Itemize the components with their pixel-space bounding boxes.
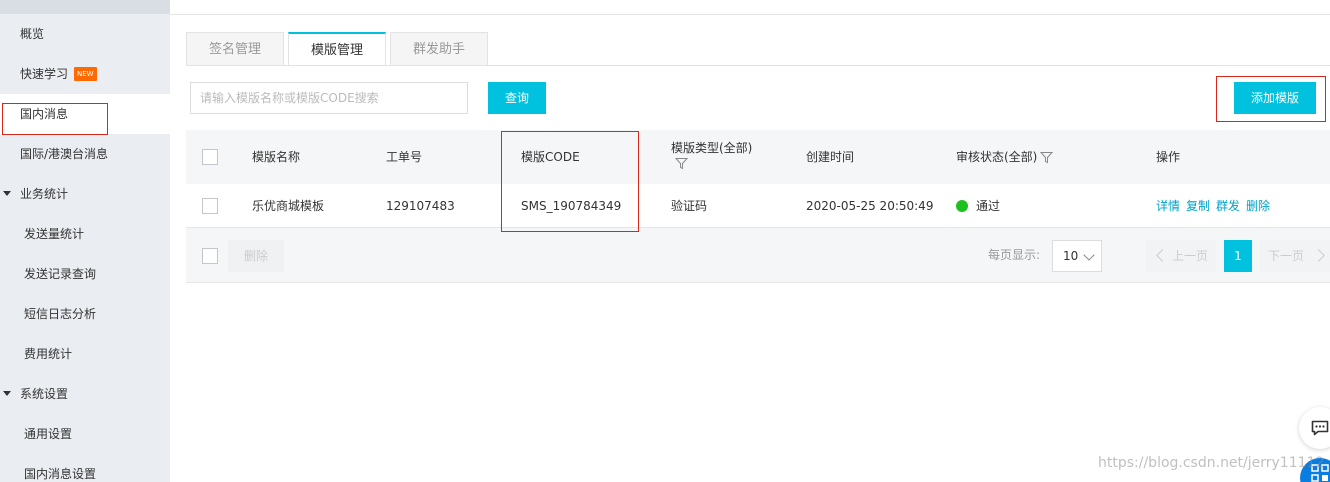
cell-ticket-number: 129107483 [386,199,455,213]
tab-label: 签名管理 [208,42,261,57]
sidebar-item-quick-learn[interactable]: 快速学习 NEW [0,54,170,94]
tab-label: 群发助手 [412,42,465,57]
cell-template-code: SMS_190784349 [521,199,622,213]
sidebar: 概览 快速学习 NEW 国内消息 国际/港澳台消息 业务统计 发送量统计 发送记录… [0,0,170,482]
sidebar-item-label: 概览 [20,27,45,41]
sidebar-item-label: 国内消息 [20,107,69,121]
table-footer: 删除 每页显示: 10 上一页 1 下一页 [186,228,1330,283]
sidebar-item-label: 发送量统计 [24,227,85,241]
next-page-label: 下一页 [1268,249,1305,263]
sidebar-item-label: 快速学习 [20,67,69,81]
sidebar-group-business-stats[interactable]: 业务统计 [0,174,170,214]
sidebar-item-general-settings[interactable]: 通用设置 [0,414,170,454]
per-page-value: 10 [1063,249,1079,263]
new-badge: NEW [74,66,97,81]
chat-button[interactable] [1299,407,1330,449]
query-button[interactable]: 查询 [488,82,546,114]
tabs-divider [186,65,1330,66]
watermark-text: https://blog.csdn.net/jerry11112 [1098,455,1325,471]
prev-page-label: 上一页 [1172,249,1209,263]
sidebar-item-send-record-query[interactable]: 发送记录查询 [0,254,170,294]
chevron-down-icon [1083,249,1095,261]
next-page-button[interactable]: 下一页 [1260,240,1330,272]
row-checkbox[interactable] [202,198,218,214]
sidebar-item-domestic-message[interactable]: 国内消息 [0,94,170,134]
select-all-checkbox[interactable] [202,149,218,165]
status-dot-icon [956,199,968,212]
tab-bulk-send-assistant[interactable]: 群发助手 [390,32,488,66]
sidebar-item-send-volume-stats[interactable]: 发送量统计 [0,214,170,254]
add-template-button[interactable]: 添加模版 [1234,82,1316,114]
footer-select-all-checkbox[interactable] [202,248,218,264]
bulk-send-link[interactable]: 群发 [1216,199,1240,213]
prev-page-button[interactable]: 上一页 [1146,240,1216,272]
sidebar-item-domestic-message-settings[interactable]: 国内消息设置 [0,454,170,482]
sidebar-item-overview[interactable]: 概览 [0,14,170,54]
tab-label: 模版管理 [310,43,363,58]
sidebar-item-label: 国内消息设置 [24,467,97,481]
column-header-status-label: 审核状态(全部) [956,150,1038,164]
page-number-current[interactable]: 1 [1224,240,1252,272]
column-header-ticket: 工单号 [386,150,423,164]
cell-actions: 详情 复制 群发 删除 [1156,184,1276,228]
column-header-status[interactable]: 审核状态(全部) [956,130,1054,184]
caret-down-icon [3,191,11,196]
batch-delete-button[interactable]: 删除 [228,240,284,272]
cell-review-status: 通过 [956,184,1000,228]
sidebar-top-band [0,0,170,14]
cell-template-type: 验证码 [671,199,708,213]
tab-signature-management[interactable]: 签名管理 [186,32,284,66]
table-header: 模版名称 工单号 模版CODE 模版类型(全部) 创建时间 审核状态(全部) 操… [186,130,1330,184]
sidebar-item-cost-stats[interactable]: 费用统计 [0,334,170,374]
status-text: 通过 [976,199,1001,213]
table-row: 乐优商城模板 129107483 SMS_190784349 验证码 2020-… [186,184,1330,228]
column-header-type[interactable]: 模版类型(全部) [671,141,752,173]
filter-icon[interactable] [674,157,689,170]
chat-icon [1311,420,1329,436]
chevron-left-icon [1156,249,1169,262]
sidebar-group-system-settings[interactable]: 系统设置 [0,374,170,414]
column-header-actions: 操作 [1156,150,1181,164]
column-header-type-label: 模版类型(全部) [671,141,753,155]
cell-template-name: 乐优商城模板 [252,199,325,213]
sidebar-item-sms-log-analysis[interactable]: 短信日志分析 [0,294,170,334]
sidebar-item-label: 费用统计 [24,347,73,361]
sidebar-item-label: 短信日志分析 [24,307,97,321]
sidebar-item-international-message[interactable]: 国际/港澳台消息 [0,134,170,174]
per-page-label: 每页显示: [988,248,1041,262]
column-header-name: 模版名称 [252,150,301,164]
column-header-created: 创建时间 [806,150,855,164]
cell-created-time: 2020-05-25 20:50:49 [806,199,934,213]
per-page-select[interactable]: 10 [1052,240,1102,272]
page-root: 概览 快速学习 NEW 国内消息 国际/港澳台消息 业务统计 发送量统计 发送记录… [0,0,1330,482]
sidebar-item-label: 通用设置 [24,427,73,441]
sidebar-group-label: 业务统计 [20,187,69,201]
filter-icon[interactable] [1040,151,1054,164]
detail-link[interactable]: 详情 [1156,199,1180,213]
column-header-code: 模版CODE [521,150,580,164]
caret-down-icon [3,391,11,396]
sidebar-item-label: 发送记录查询 [24,267,97,281]
sidebar-item-label: 国际/港澳台消息 [20,147,109,161]
chevron-right-icon [1312,249,1325,262]
sidebar-group-label: 系统设置 [20,387,69,401]
template-search-input[interactable] [190,82,468,114]
tab-template-management[interactable]: 模版管理 [288,32,386,66]
delete-link[interactable]: 删除 [1246,199,1270,213]
copy-link[interactable]: 复制 [1186,199,1210,213]
header-divider [170,14,1330,15]
